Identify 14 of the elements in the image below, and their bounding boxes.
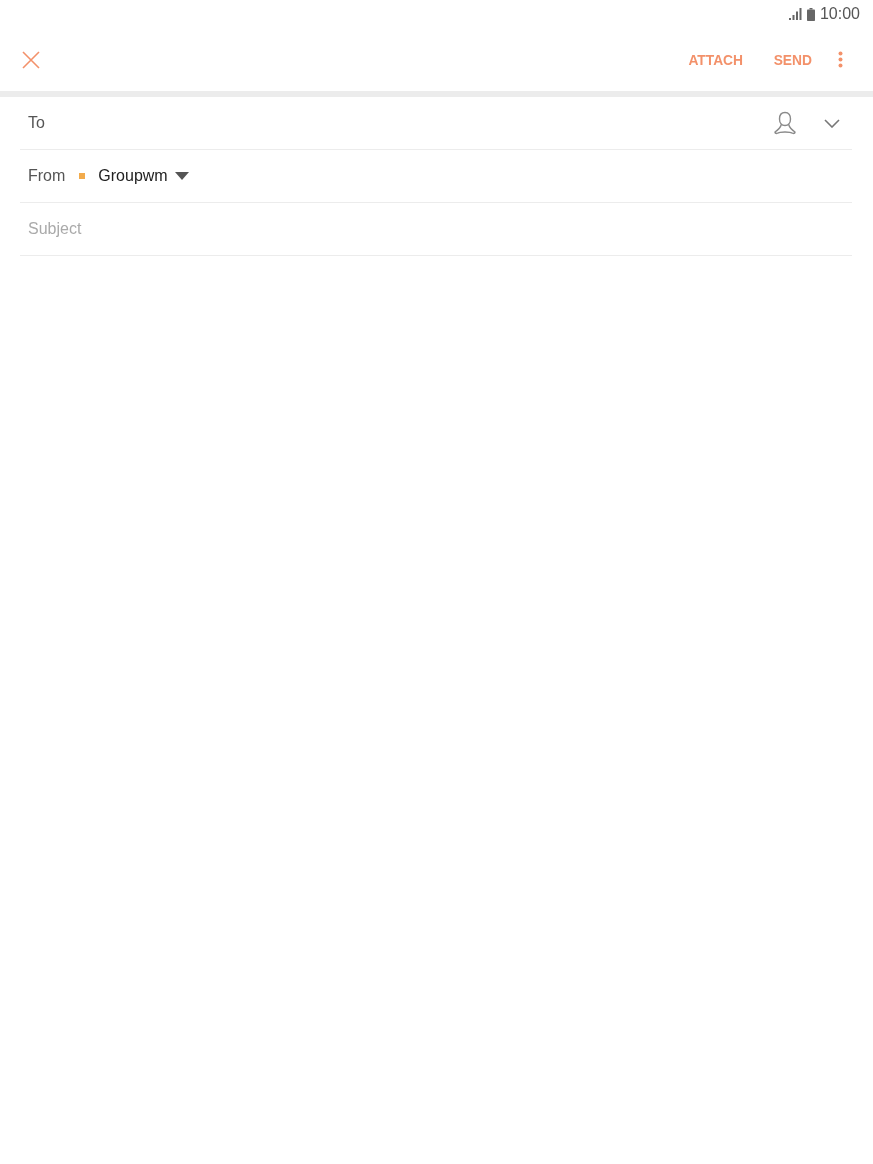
caret-icon xyxy=(174,172,189,180)
account-dropdown[interactable]: Groupwm xyxy=(79,163,189,189)
close-icon xyxy=(22,50,40,69)
to-label: To xyxy=(27,114,45,132)
attach-button[interactable]: ATTACH xyxy=(688,45,743,74)
person-icon xyxy=(774,111,796,135)
signal-icon xyxy=(788,8,802,20)
chevron-down-icon xyxy=(824,118,840,128)
send-button[interactable]: SEND xyxy=(774,45,813,74)
battery-icon xyxy=(806,7,815,21)
subject-field[interactable]: Subject xyxy=(20,214,328,244)
status-time: 10:00 xyxy=(819,5,860,23)
more-icon xyxy=(838,51,843,68)
from-label: From xyxy=(27,167,66,185)
